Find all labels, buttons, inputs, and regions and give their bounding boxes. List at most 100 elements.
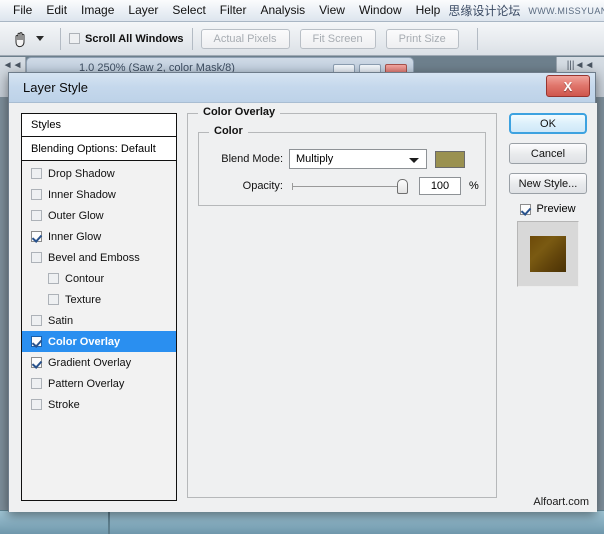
checkbox-box[interactable] <box>31 210 42 221</box>
effect-row-texture[interactable]: Texture <box>22 289 176 310</box>
menu-view[interactable]: View <box>312 1 352 20</box>
print-size-button[interactable]: Print Size <box>385 28 459 49</box>
effect-row-bevel-and-emboss[interactable]: Bevel and Emboss <box>22 247 176 268</box>
style-preview-thumbnail <box>517 221 579 287</box>
watermark-chinese: 思缘设计论坛 <box>448 4 521 18</box>
blend-mode-value: Multiply <box>296 153 334 165</box>
dialog-body: Styles Blending Options: Default Drop Sh… <box>9 103 597 512</box>
checkbox-box[interactable] <box>31 378 42 389</box>
menu-layer[interactable]: Layer <box>121 1 165 20</box>
tool-preset-chevron-down-icon[interactable] <box>36 36 44 41</box>
preview-checkbox[interactable]: Preview <box>509 203 587 215</box>
actual-pixels-button[interactable]: Actual Pixels <box>200 28 290 49</box>
preview-swatch-shape <box>530 236 566 272</box>
watermark-url: WWW.MISSYUAN.COM <box>528 5 604 16</box>
dialog-title: Layer Style <box>23 80 89 95</box>
new-style-button[interactable]: New Style... <box>509 173 587 194</box>
divider <box>476 27 478 50</box>
blend-mode-label: Blend Mode: <box>221 153 283 165</box>
bottom-panel-strip <box>0 510 604 534</box>
layer-style-dialog: Layer Style X Styles Blending Options: D… <box>8 72 597 512</box>
effect-label: Color Overlay <box>48 335 121 348</box>
checkbox-box[interactable] <box>31 315 42 326</box>
checkbox-box[interactable] <box>31 252 42 263</box>
menu-analysis[interactable]: Analysis <box>253 1 312 20</box>
styles-header-label: Styles <box>31 119 61 131</box>
opacity-row: Opacity: 100 % <box>209 177 479 195</box>
effect-label: Drop Shadow <box>48 167 115 180</box>
checkbox-box[interactable] <box>31 189 42 200</box>
menu-bar: File Edit Image Layer Select Filter Anal… <box>0 0 604 22</box>
menu-edit[interactable]: Edit <box>39 1 74 20</box>
effect-row-color-overlay[interactable]: Color Overlay <box>22 331 176 352</box>
effect-label: Pattern Overlay <box>48 377 125 390</box>
checkbox-box[interactable] <box>48 294 59 305</box>
blend-mode-select[interactable]: Multiply <box>289 149 427 169</box>
checkbox-box <box>69 33 80 44</box>
opacity-slider[interactable] <box>292 178 408 194</box>
checkbox-box[interactable] <box>520 203 532 215</box>
effects-list: Drop Shadow Inner Shadow Outer Glow Inne… <box>21 161 177 501</box>
opacity-unit-label: % <box>469 180 479 192</box>
blending-options-row[interactable]: Blending Options: Default <box>21 137 177 161</box>
effect-row-satin[interactable]: Satin <box>22 310 176 331</box>
effect-row-contour[interactable]: Contour <box>22 268 176 289</box>
effect-row-stroke[interactable]: Stroke <box>22 394 176 415</box>
effect-row-pattern-overlay[interactable]: Pattern Overlay <box>22 373 176 394</box>
opacity-label: Opacity: <box>242 180 283 192</box>
scroll-all-windows-label: Scroll All Windows <box>85 32 184 45</box>
effect-row-inner-shadow[interactable]: Inner Shadow <box>22 184 176 205</box>
effect-row-inner-glow[interactable]: Inner Glow <box>22 226 176 247</box>
effect-label: Texture <box>65 293 102 306</box>
checkbox-box[interactable] <box>31 168 42 179</box>
preview-label: Preview <box>536 203 576 215</box>
dialog-action-panel: OK Cancel New Style... Preview <box>509 113 587 287</box>
checkbox-box[interactable] <box>31 231 42 242</box>
color-groupbox: Color Blend Mode: Multiply Opacity: 100 … <box>198 125 486 206</box>
menu-help[interactable]: Help <box>409 1 448 20</box>
divider <box>191 27 193 50</box>
effect-label: Outer Glow <box>48 209 104 222</box>
menu-window[interactable]: Window <box>352 1 409 20</box>
color-overlay-groupbox: Color Overlay Color Blend Mode: Multiply… <box>187 106 497 498</box>
menu-filter[interactable]: Filter <box>213 1 254 20</box>
checkbox-box[interactable] <box>31 357 42 368</box>
effect-label: Gradient Overlay <box>48 356 132 369</box>
effect-label: Inner Glow <box>48 230 102 243</box>
color-group-title: Color <box>209 125 248 137</box>
opacity-input[interactable]: 100 <box>419 177 461 195</box>
menu-image[interactable]: Image <box>74 1 121 20</box>
menu-select[interactable]: Select <box>165 1 212 20</box>
divider <box>60 27 61 50</box>
blending-options-label: Blending Options: Default <box>31 142 156 155</box>
alfoart-watermark: Alfoart.com <box>533 496 589 508</box>
effect-row-drop-shadow[interactable]: Drop Shadow <box>22 163 176 184</box>
blend-mode-row: Blend Mode: Multiply <box>209 149 465 169</box>
effect-label: Bevel and Emboss <box>48 251 140 264</box>
hand-tool-icon[interactable] <box>8 27 32 51</box>
close-icon[interactable]: X <box>546 75 590 97</box>
effect-label: Inner Shadow <box>48 188 116 201</box>
scroll-all-windows-checkbox[interactable]: Scroll All Windows <box>69 33 184 45</box>
effect-label: Contour <box>65 272 105 285</box>
tool-options-bar: Scroll All Windows Actual Pixels Fit Scr… <box>0 22 604 56</box>
cancel-button[interactable]: Cancel <box>509 143 587 164</box>
effect-label: Satin <box>48 314 74 327</box>
styles-panel: Styles Blending Options: Default Drop Sh… <box>21 113 177 501</box>
menu-file[interactable]: File <box>6 1 39 20</box>
checkbox-box[interactable] <box>31 399 42 410</box>
checkbox-box[interactable] <box>31 336 42 347</box>
dialog-titlebar[interactable]: Layer Style X <box>9 73 595 103</box>
color-overlay-panel: Color Overlay Color Blend Mode: Multiply… <box>187 106 497 498</box>
effect-label: Stroke <box>48 398 80 411</box>
chevron-down-icon[interactable] <box>409 158 419 163</box>
checkbox-box[interactable] <box>48 273 59 284</box>
fit-screen-button[interactable]: Fit Screen <box>299 28 376 49</box>
overlay-color-swatch[interactable] <box>435 150 465 168</box>
color-overlay-group-title: Color Overlay <box>198 106 281 118</box>
opacity-slider-thumb[interactable] <box>397 178 408 194</box>
effect-row-gradient-overlay[interactable]: Gradient Overlay <box>22 352 176 373</box>
ok-button[interactable]: OK <box>509 113 587 134</box>
styles-header[interactable]: Styles <box>21 113 177 137</box>
effect-row-outer-glow[interactable]: Outer Glow <box>22 205 176 226</box>
